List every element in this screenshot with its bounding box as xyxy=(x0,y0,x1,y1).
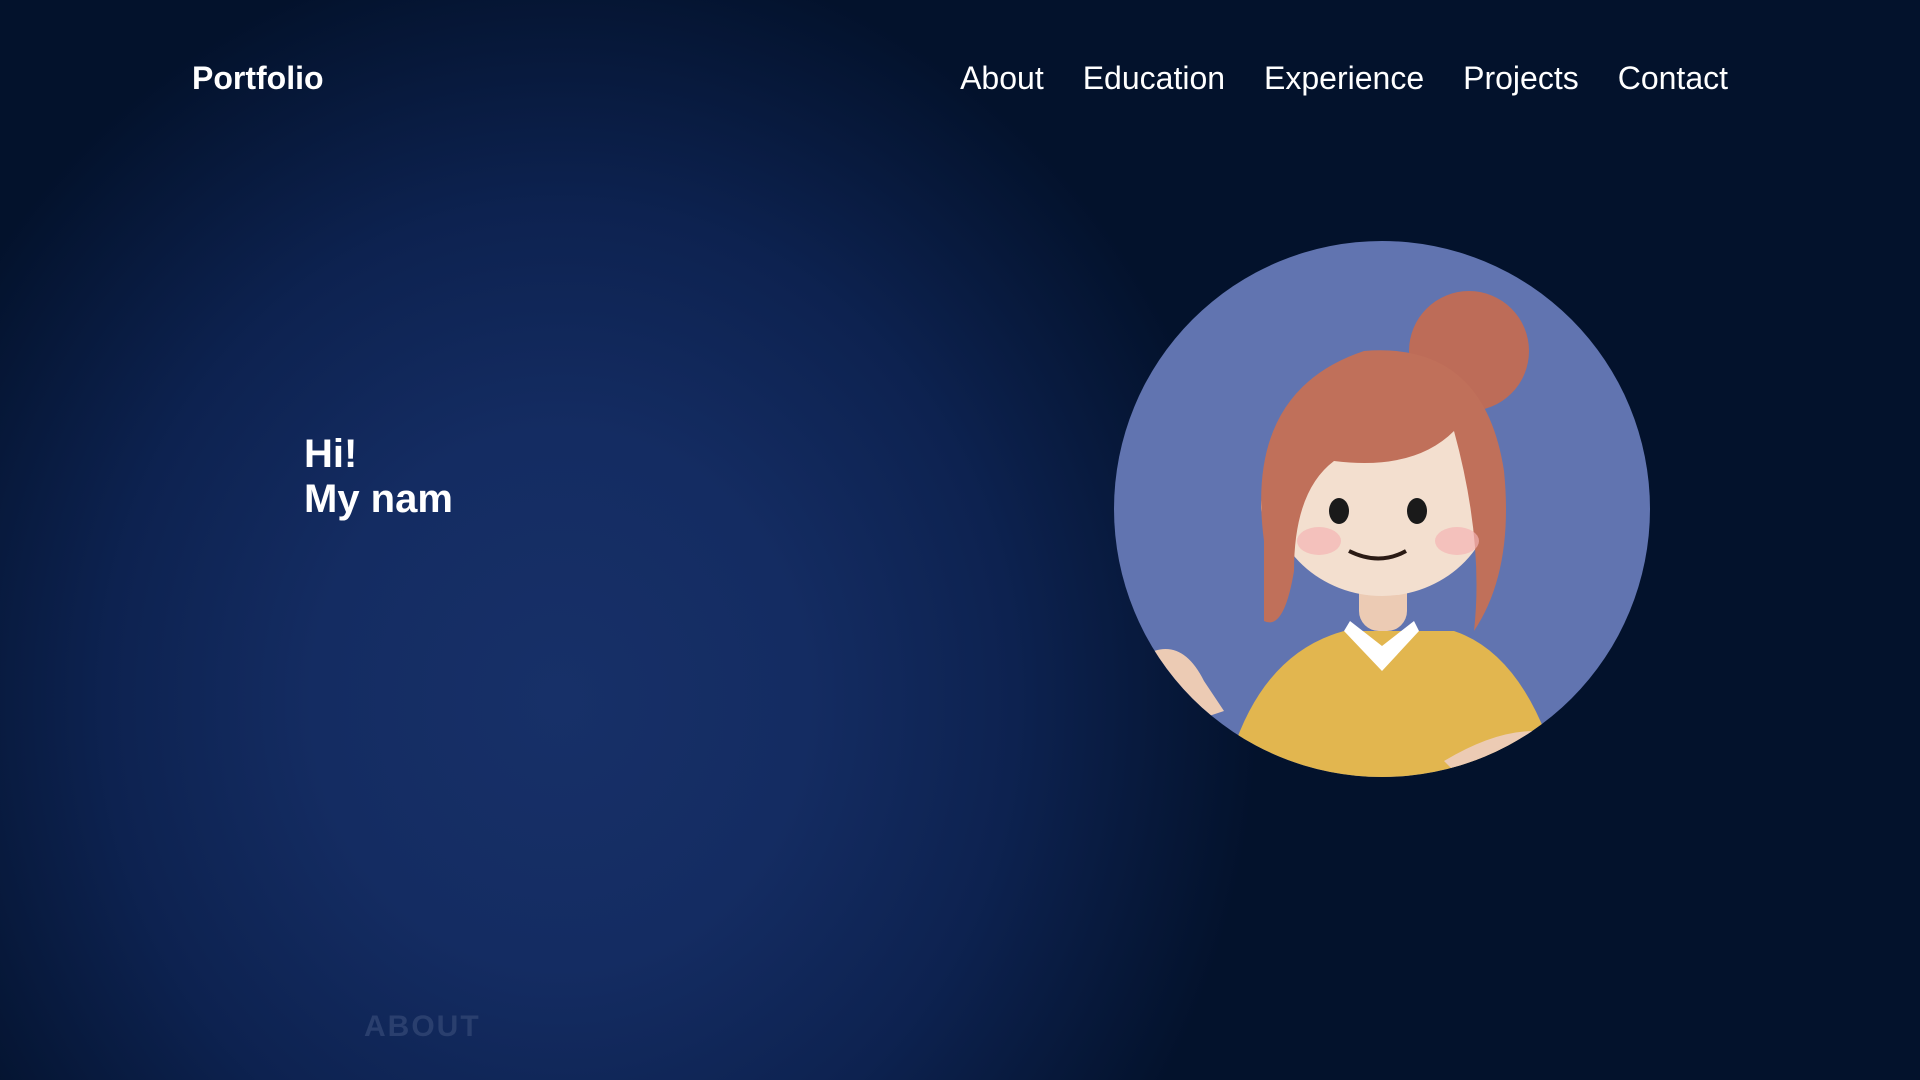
profile-avatar-illustration xyxy=(1114,241,1650,777)
nav-about[interactable]: About xyxy=(960,60,1044,97)
portfolio-logo[interactable]: Portfolio xyxy=(192,60,324,97)
hero-line-2: My nam xyxy=(304,477,453,521)
nav-projects[interactable]: Projects xyxy=(1463,60,1579,97)
hero-line-1: Hi! xyxy=(304,432,358,476)
main-nav: About Education Experience Projects Cont… xyxy=(960,60,1728,97)
hero-greeting: Hi! My nam xyxy=(304,432,453,522)
nav-education[interactable]: Education xyxy=(1083,60,1225,97)
nav-contact[interactable]: Contact xyxy=(1618,60,1728,97)
about-section-heading: ABOUT xyxy=(364,1010,481,1043)
nav-experience[interactable]: Experience xyxy=(1264,60,1424,97)
